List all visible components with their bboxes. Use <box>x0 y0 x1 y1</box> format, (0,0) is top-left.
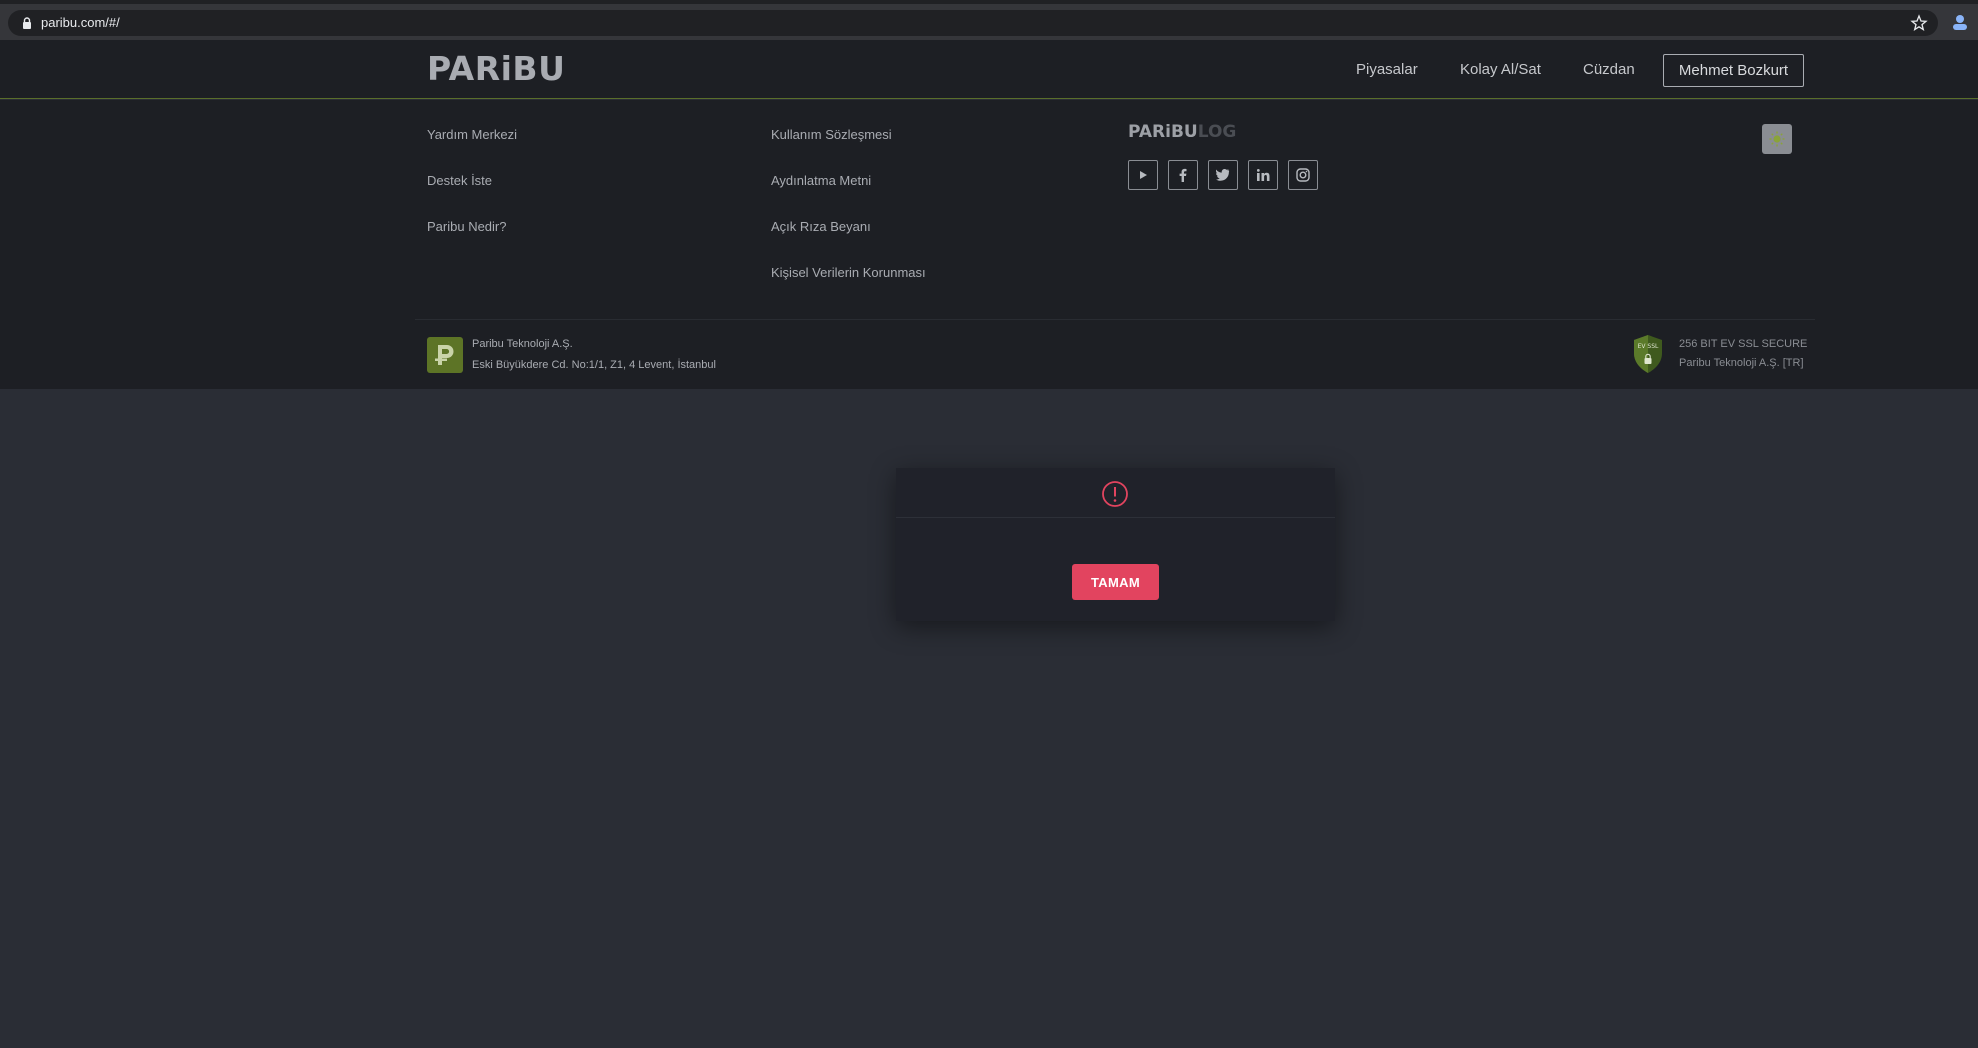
youtube-icon[interactable] <box>1128 160 1158 190</box>
instagram-icon[interactable] <box>1288 160 1318 190</box>
user-menu-button[interactable]: Mehmet Bozkurt <box>1663 54 1804 87</box>
footer-divider <box>415 319 1815 320</box>
alert-circle-icon <box>1102 481 1128 507</box>
company-name: Paribu Teknoloji A.Ş. <box>472 338 573 350</box>
company-logo-icon <box>427 337 463 373</box>
twitter-icon[interactable] <box>1208 160 1238 190</box>
facebook-icon[interactable] <box>1168 160 1198 190</box>
footer-link-acik-riza-beyani[interactable]: Açık Rıza Beyanı <box>771 219 871 234</box>
address-bar[interactable]: paribu.com/#/ <box>8 10 1938 36</box>
ssl-company-text: Paribu Teknoloji A.Ş. [TR] <box>1679 357 1804 369</box>
modal-header <box>896 468 1335 518</box>
ok-button[interactable]: TAMAM <box>1072 564 1159 600</box>
nav-piyasalar[interactable]: Piyasalar <box>1356 61 1418 78</box>
site-header: PARiBU Piyasalar Kolay Al/Sat Cüzdan Meh… <box>0 40 1978 99</box>
sun-icon <box>1769 131 1785 147</box>
footer-brand-logo[interactable]: PARiBULOG <box>1128 122 1236 142</box>
footer-link-yardim-merkezi[interactable]: Yardım Merkezi <box>427 127 517 142</box>
footer-link-paribu-nedir[interactable]: Paribu Nedir? <box>427 219 507 234</box>
svg-text:EV SSL: EV SSL <box>1638 343 1659 350</box>
footer-link-aydinlatma-metni[interactable]: Aydınlatma Metni <box>771 173 871 188</box>
lock-icon <box>23 17 31 29</box>
company-address: Eski Büyükdere Cd. No:1/1, Z1, 4 Levent,… <box>472 359 716 371</box>
browser-toolbar: paribu.com/#/ <box>0 4 1978 40</box>
footer-link-destek-iste[interactable]: Destek İste <box>427 173 492 188</box>
linkedin-icon[interactable] <box>1248 160 1278 190</box>
alert-modal: TAMAM <box>896 468 1335 621</box>
ssl-shield-icon[interactable]: EV SSL <box>1632 334 1664 374</box>
ssl-secure-text: 256 BIT EV SSL SECURE <box>1679 338 1808 350</box>
url-text[interactable]: paribu.com/#/ <box>41 15 120 30</box>
footer-link-kullanim-sozlesmesi[interactable]: Kullanım Sözleşmesi <box>771 127 892 142</box>
paribu-logo[interactable]: PARiBU <box>427 51 565 87</box>
bookmark-star-icon[interactable] <box>1910 14 1928 32</box>
nav-kolay-al-sat[interactable]: Kolay Al/Sat <box>1460 61 1541 78</box>
footer-link-kisisel-veriler[interactable]: Kişisel Verilerin Korunması <box>771 265 926 280</box>
profile-icon[interactable] <box>1950 12 1970 32</box>
nav-cuzdan[interactable]: Cüzdan <box>1583 61 1635 78</box>
theme-toggle-button[interactable] <box>1762 124 1792 154</box>
site-footer: Yardım Merkezi Destek İste Paribu Nedir?… <box>0 100 1978 389</box>
